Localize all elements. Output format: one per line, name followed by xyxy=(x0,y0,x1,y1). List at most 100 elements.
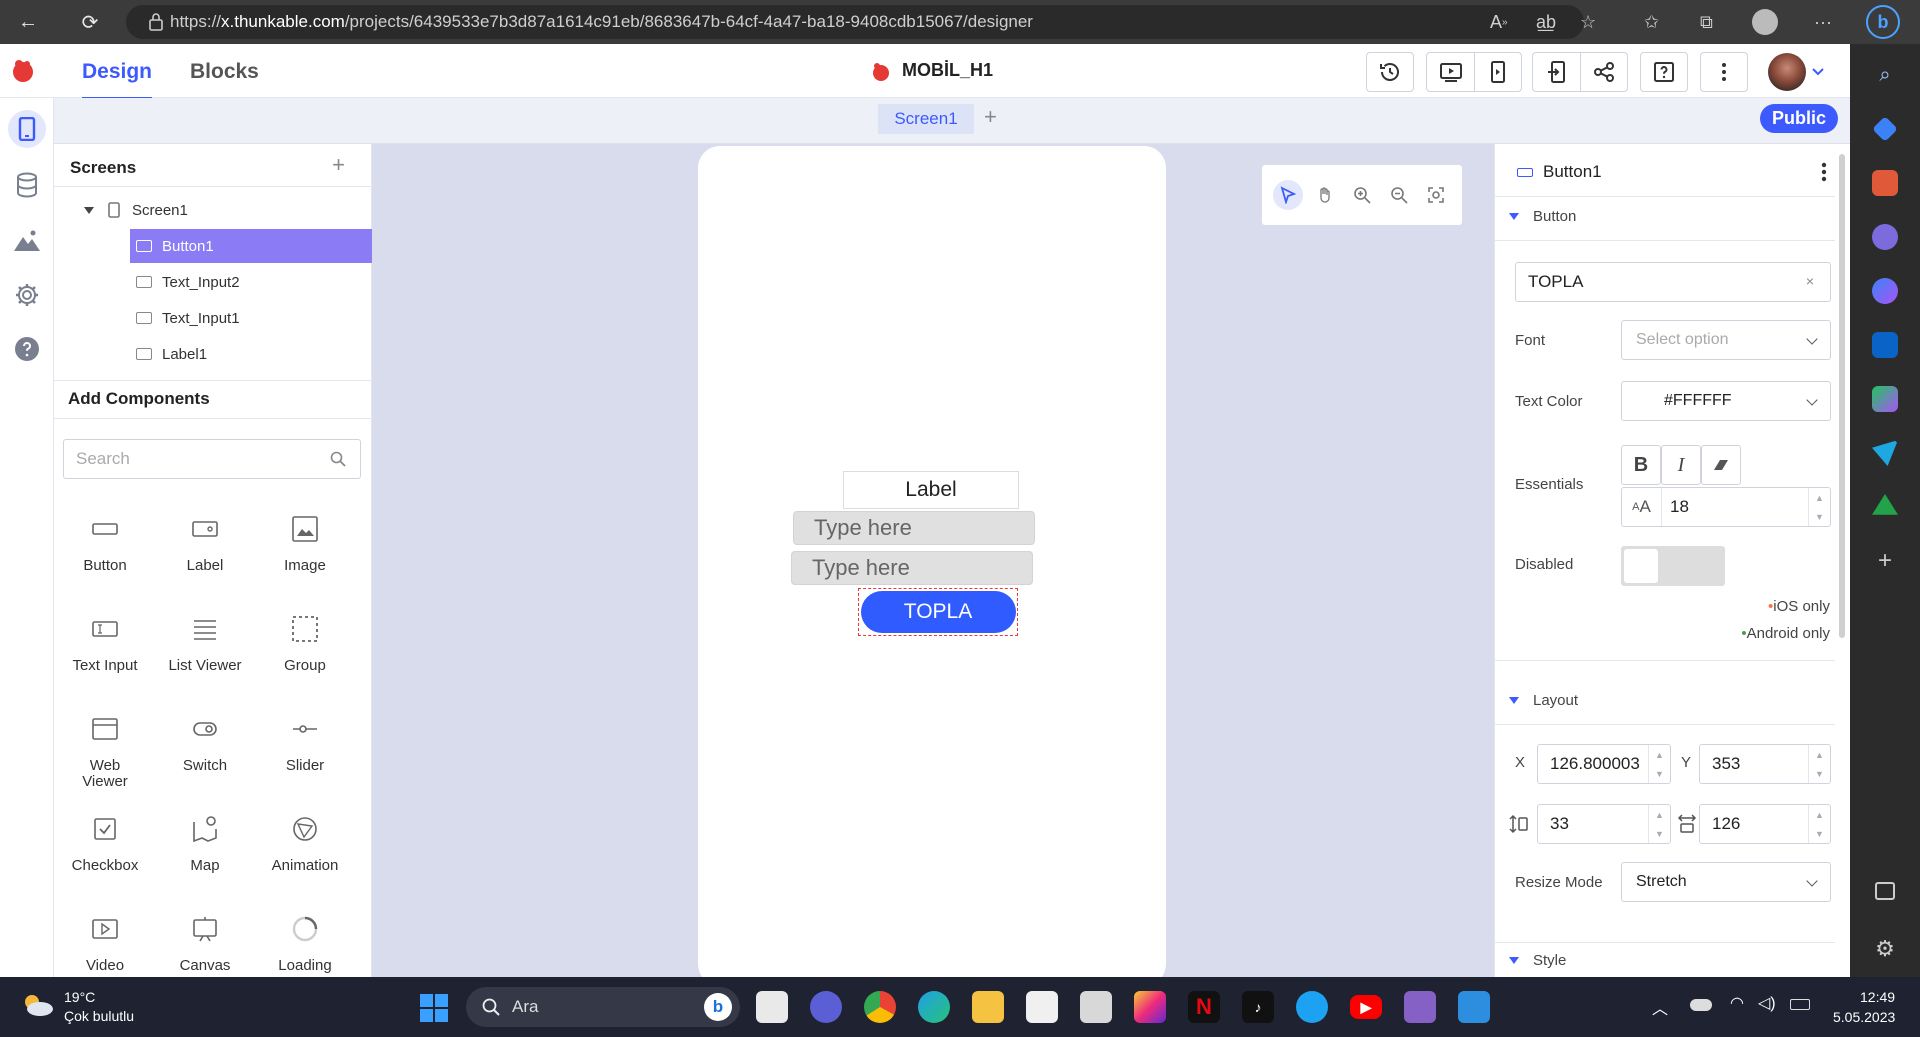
clear-text-icon[interactable]: × xyxy=(1806,273,1814,289)
resize-mode-select[interactable]: Stretch xyxy=(1621,862,1831,902)
bing-icon[interactable]: b xyxy=(1866,0,1900,44)
properties-scrollbar[interactable] xyxy=(1839,154,1845,638)
edge-icon[interactable] xyxy=(918,991,950,1023)
eraser-button[interactable] xyxy=(1701,445,1741,485)
clock-date[interactable]: 5.05.2023 xyxy=(1833,1009,1895,1025)
section-style-toggle[interactable]: Style xyxy=(1509,952,1566,969)
canvas-button[interactable]: TOPLA xyxy=(860,591,1016,633)
volume-icon[interactable]: ◁) xyxy=(1758,993,1776,1013)
task-manager-icon[interactable] xyxy=(1080,991,1112,1023)
add-screen-plus-button[interactable]: + xyxy=(332,152,345,178)
more-menu-icon[interactable]: ··· xyxy=(1814,0,1832,44)
rail-data-button[interactable] xyxy=(12,170,42,200)
favorites-icon[interactable]: ✩ xyxy=(1644,0,1659,44)
design-canvas[interactable]: Label Type here Type here TOPLA xyxy=(372,144,1494,977)
microsoft-store-icon[interactable] xyxy=(1026,991,1058,1023)
collections-icon[interactable]: ⧉ xyxy=(1700,0,1713,44)
zoom-out-icon[interactable] xyxy=(1384,180,1414,210)
canvas-button-selected[interactable]: TOPLA xyxy=(858,588,1018,636)
section-layout-toggle[interactable]: Layout xyxy=(1509,692,1578,709)
phone-screen-preview[interactable]: Label Type here Type here TOPLA xyxy=(698,146,1166,977)
translate-icon[interactable]: a͟b xyxy=(1536,0,1556,44)
device-preview-button[interactable] xyxy=(1474,52,1522,92)
component-web-viewer[interactable]: Web Viewer xyxy=(55,714,155,804)
x-stepper[interactable]: ▲ ▼ xyxy=(1648,745,1670,783)
designer-icon[interactable] xyxy=(1872,386,1898,412)
width-input[interactable]: 126 ▲ ▼ xyxy=(1699,804,1831,844)
send-icon[interactable] xyxy=(1872,440,1898,466)
component-checkbox[interactable]: Checkbox xyxy=(55,814,155,904)
youtube-icon[interactable]: ▶ xyxy=(1350,995,1382,1019)
component-image[interactable]: Image xyxy=(255,514,355,604)
component-text-input[interactable]: Text Input xyxy=(55,614,155,704)
onedrive-icon[interactable] xyxy=(1690,999,1712,1011)
add-sidebar-icon[interactable]: + xyxy=(1872,547,1898,574)
rail-design-button[interactable] xyxy=(8,110,46,148)
battery-icon[interactable] xyxy=(1790,999,1810,1010)
tiktok-icon[interactable]: ♪ xyxy=(1242,991,1274,1023)
netflix-icon[interactable]: N xyxy=(1188,991,1220,1023)
chevron-down-icon[interactable] xyxy=(1812,68,1824,76)
width-stepper[interactable]: ▲ ▼ xyxy=(1808,805,1830,843)
bold-button[interactable]: B xyxy=(1621,445,1661,485)
caret-down-icon[interactable] xyxy=(84,206,94,214)
help-button[interactable] xyxy=(1640,52,1688,92)
windows-start-icon[interactable] xyxy=(419,993,449,1023)
search-icon[interactable]: ⌕ xyxy=(1872,62,1898,88)
rail-help-button[interactable] xyxy=(12,334,42,364)
tools-icon[interactable] xyxy=(1872,170,1898,196)
twitter-icon[interactable] xyxy=(1296,991,1328,1023)
share-button[interactable] xyxy=(1580,52,1628,92)
component-slider[interactable]: Slider xyxy=(255,714,355,804)
height-input[interactable]: 33 ▲ ▼ xyxy=(1537,804,1671,844)
search-input[interactable] xyxy=(76,449,316,469)
visual-studio-icon[interactable] xyxy=(1404,991,1436,1023)
y-stepper[interactable]: ▲ ▼ xyxy=(1808,745,1830,783)
back-icon[interactable]: ← xyxy=(8,0,48,44)
read-aloud-icon[interactable]: A» xyxy=(1490,0,1508,44)
teams-chat-icon[interactable] xyxy=(810,991,842,1023)
kebab-menu-icon[interactable] xyxy=(1821,162,1827,182)
italic-button[interactable]: I xyxy=(1661,445,1701,485)
profile-icon[interactable] xyxy=(1752,0,1778,44)
tree-item-label1[interactable]: Label1 xyxy=(130,337,372,371)
wifi-icon[interactable]: ◠ xyxy=(1730,993,1744,1013)
font-size-stepper[interactable]: ▲ ▼ xyxy=(1808,488,1830,526)
component-search[interactable] xyxy=(63,439,361,479)
history-button[interactable] xyxy=(1366,52,1414,92)
component-switch[interactable]: Switch xyxy=(155,714,255,804)
vscode-icon[interactable] xyxy=(1458,991,1490,1023)
text-color-select[interactable]: #FFFFFF xyxy=(1621,381,1831,421)
settings-icon[interactable]: ⚙ xyxy=(1872,936,1898,962)
task-view-icon[interactable] xyxy=(756,991,788,1023)
canvas-text-input-2[interactable]: Type here xyxy=(793,511,1035,545)
tree-item-button1[interactable]: Button1 xyxy=(130,229,372,263)
disabled-toggle[interactable] xyxy=(1621,546,1725,586)
fit-screen-icon[interactable] xyxy=(1421,180,1451,210)
thunkable-logo-icon[interactable] xyxy=(10,58,36,84)
tab-design[interactable]: Design xyxy=(82,60,153,100)
refresh-icon[interactable]: ⟳ xyxy=(70,0,110,44)
canvas-text-input-1[interactable]: Type here xyxy=(791,551,1033,585)
tab-blocks[interactable]: Blocks xyxy=(190,60,259,84)
public-button[interactable]: Public xyxy=(1760,104,1838,133)
address-bar[interactable]: https://x.thunkable.com/projects/6439533… xyxy=(126,5,1584,39)
avatar[interactable] xyxy=(1768,53,1806,91)
games-icon[interactable] xyxy=(1872,224,1898,250)
pan-hand-icon[interactable] xyxy=(1310,180,1340,210)
more-options-button[interactable] xyxy=(1700,52,1748,92)
height-stepper[interactable]: ▲ ▼ xyxy=(1648,805,1670,843)
section-button-toggle[interactable]: Button xyxy=(1509,208,1576,225)
tree-item-text-input1[interactable]: Text_Input1 xyxy=(130,301,372,335)
font-size-input[interactable]: AA 18 ▲ ▼ xyxy=(1621,487,1831,527)
y-input[interactable]: 353 ▲ ▼ xyxy=(1699,744,1831,784)
preview-button[interactable] xyxy=(1426,52,1474,92)
component-animation[interactable]: Animation xyxy=(255,814,355,904)
clock-time[interactable]: 12:49 xyxy=(1860,989,1895,1005)
select-pointer-icon[interactable] xyxy=(1273,180,1304,210)
download-button[interactable] xyxy=(1532,52,1580,92)
copilot-icon[interactable] xyxy=(1872,278,1898,304)
component-group[interactable]: Group xyxy=(255,614,355,704)
x-input[interactable]: 126.800003 ▲ ▼ xyxy=(1537,744,1671,784)
component-list-viewer[interactable]: List Viewer xyxy=(155,614,255,704)
